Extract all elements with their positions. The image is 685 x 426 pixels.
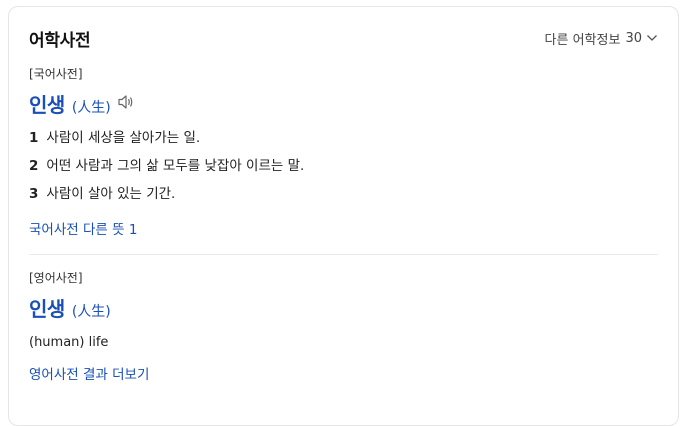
definition-text: 사람이 세상을 살아가는 일. bbox=[46, 130, 201, 146]
more-language-info-button[interactable]: 다른 어학정보 30 bbox=[545, 29, 658, 48]
definition-text: 어떤 사람과 그의 삶 모두를 낮잡아 이르는 말. bbox=[46, 158, 305, 174]
headword-link[interactable]: 인생 bbox=[29, 293, 65, 322]
definition-item: 1 사람이 세상을 살아가는 일. bbox=[29, 124, 658, 152]
definition-item: 3 사람이 살아 있는 기간. bbox=[29, 180, 658, 208]
dictionary-source-label: [국어사전] bbox=[29, 67, 83, 81]
more-info-label: 다른 어학정보 bbox=[544, 32, 621, 48]
headword-link[interactable]: 인생 bbox=[29, 89, 65, 118]
definition-text: 사람이 살아 있는 기간. bbox=[46, 186, 176, 202]
english-dictionary-section: [영어사전] 인생 (人生) (human) life 영어사전 결과 더보기 bbox=[29, 269, 658, 383]
section-divider bbox=[29, 254, 658, 255]
chevron-down-icon bbox=[647, 35, 657, 41]
hanja-label: (人生) bbox=[71, 304, 111, 320]
korean-dictionary-section: [국어사전] 인생 (人生) 1 사람이 세상을 살아가는 일. 2 어떤 사람과 … bbox=[29, 65, 658, 238]
english-meaning: (human) life bbox=[29, 335, 109, 350]
entry-headline: 인생 (人生) bbox=[29, 293, 658, 322]
hanja-label: (人生) bbox=[71, 100, 111, 116]
definition-item: 2 어떤 사람과 그의 삶 모두를 낮잡아 이르는 말. bbox=[29, 152, 658, 180]
definition-number: 2 bbox=[29, 158, 39, 174]
dictionary-card: 어학사전 다른 어학정보 30 [국어사전] 인생 (人生) 1 사람이 세상을… bbox=[8, 6, 679, 426]
card-title: 어학사전 bbox=[29, 30, 91, 51]
speaker-icon[interactable] bbox=[117, 94, 135, 110]
definition-list: 1 사람이 세상을 살아가는 일. 2 어떤 사람과 그의 삶 모두를 낮잡아 이르… bbox=[29, 124, 658, 208]
more-info-count: 30 bbox=[625, 30, 642, 46]
english-dict-more-results-link[interactable]: 영어사전 결과 더보기 bbox=[29, 363, 149, 383]
card-header: 어학사전 다른 어학정보 30 bbox=[29, 27, 658, 51]
dictionary-source-label: [영어사전] bbox=[29, 271, 83, 285]
korean-dict-other-meanings-link[interactable]: 국어사전 다른 뜻 1 bbox=[29, 218, 137, 238]
entry-headline: 인생 (人生) bbox=[29, 89, 658, 118]
definition-number: 3 bbox=[29, 186, 39, 202]
definition-number: 1 bbox=[29, 130, 39, 146]
